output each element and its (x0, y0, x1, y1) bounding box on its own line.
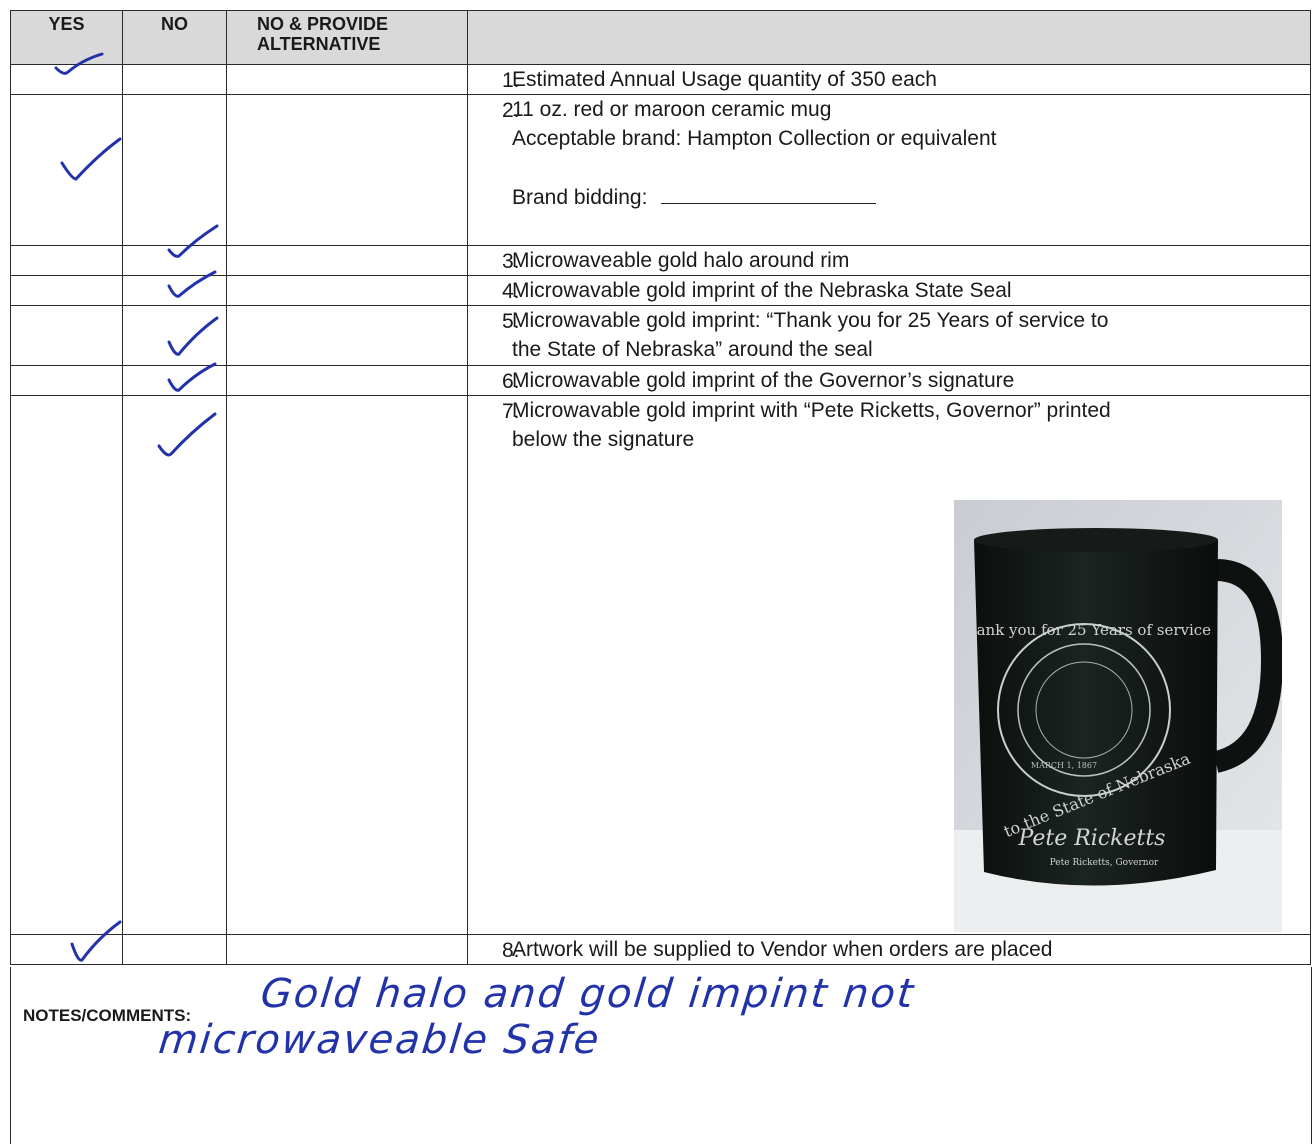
item-number: 8. (502, 939, 520, 962)
mug-photo: Thank you for 25 Years of service to the… (954, 500, 1282, 932)
item-number: 1. (502, 69, 520, 92)
table-row: 8. Artwork will be supplied to Vendor wh… (10, 934, 1311, 965)
header-alternative-line2: ALTERNATIVE (257, 34, 381, 54)
seal-date: MARCH 1, 1867 (1031, 761, 1097, 770)
brand-bidding-label: Brand bidding: (512, 186, 648, 209)
alternative-cell[interactable] (226, 365, 468, 396)
notes-handwritten-line2: microwaveable Safe (156, 1017, 603, 1063)
item-text: Microwavable gold imprint with “Pete Ric… (512, 399, 1111, 422)
item-number: 3. (502, 250, 520, 273)
alternative-cell[interactable] (226, 305, 468, 366)
alternative-cell[interactable] (226, 934, 468, 965)
notes-handwritten-line1: Gold halo and gold impint not (258, 971, 918, 1017)
checkmark-icon (167, 316, 219, 356)
item-number: 6. (502, 370, 520, 393)
item-8: 8. Artwork will be supplied to Vendor wh… (467, 934, 1311, 965)
checkmark-icon (167, 362, 217, 392)
no-cell[interactable] (122, 934, 227, 965)
item-6: 6. Microwavable gold imprint of the Gove… (467, 365, 1311, 396)
yes-cell[interactable] (10, 305, 123, 366)
bid-spec-page: YES NO NO & PROVIDE ALTERNATIVE 1. Estim… (0, 0, 1312, 1144)
yes-cell[interactable] (10, 365, 123, 396)
item-3: 3. Microwaveable gold halo around rim (467, 245, 1311, 276)
mug-caption: Pete Ricketts, Governor (1050, 858, 1159, 868)
header-alternative-line1: NO & PROVIDE (257, 14, 389, 34)
item-2: 2. 11 oz. red or maroon ceramic mug Acce… (467, 94, 1311, 246)
alternative-cell[interactable] (226, 245, 468, 276)
header-description (467, 10, 1311, 65)
item-4: 4. Microwavable gold imprint of the Nebr… (467, 275, 1311, 306)
item-number: 4. (502, 280, 520, 303)
no-cell[interactable] (122, 64, 227, 95)
yes-cell[interactable] (10, 275, 123, 306)
item-text: Microwavable gold imprint: “Thank you fo… (512, 309, 1109, 332)
item-text-line2: Acceptable brand: Hampton Collection or … (512, 127, 997, 150)
header-row: YES NO NO & PROVIDE ALTERNATIVE (10, 10, 1311, 65)
yes-cell[interactable] (10, 395, 123, 935)
item-text: Microwavable gold imprint of the Governo… (512, 369, 1015, 392)
alternative-cell[interactable] (226, 395, 468, 935)
item-number: 7. (502, 400, 520, 423)
item-text-line2: below the signature (512, 428, 695, 451)
table-row: 1. Estimated Annual Usage quantity of 35… (10, 64, 1311, 95)
no-cell[interactable] (122, 395, 227, 935)
mug-signature: Pete Ricketts (1018, 826, 1166, 851)
item-number: 2. (502, 99, 520, 122)
checkmark-icon (157, 412, 217, 457)
checkmark-icon (167, 224, 219, 258)
header-no: NO (122, 10, 227, 65)
checkmark-icon (60, 137, 122, 181)
item-text-line2: the State of Nebraska” around the seal (512, 338, 873, 361)
header-alternative: NO & PROVIDE ALTERNATIVE (226, 10, 468, 65)
item-text: Artwork will be supplied to Vendor when … (512, 938, 1053, 961)
item-text: Microwaveable gold halo around rim (512, 249, 850, 272)
notes-section: NOTES/COMMENTS: Gold halo and gold impin… (10, 967, 1312, 1144)
item-text: Microwavable gold imprint of the Nebrask… (512, 279, 1012, 302)
alternative-cell[interactable] (226, 64, 468, 95)
item-text: Estimated Annual Usage quantity of 350 e… (512, 68, 937, 91)
brand-bidding-blank[interactable] (661, 185, 877, 204)
yes-cell[interactable] (10, 245, 123, 276)
alternative-cell[interactable] (226, 275, 468, 306)
item-5: 5. Microwavable gold imprint: “Thank you… (467, 305, 1311, 366)
mug-imprint-arc: Thank you for 25 Years of service (957, 621, 1211, 639)
alternative-cell[interactable] (226, 94, 468, 246)
checkmark-icon (167, 270, 217, 298)
brand-bidding-line: Brand bidding: (512, 183, 1310, 212)
item-text: 11 oz. red or maroon ceramic mug (512, 98, 832, 121)
checkmark-icon (54, 52, 104, 75)
item-1: 1. Estimated Annual Usage quantity of 35… (467, 64, 1311, 95)
checkmark-icon (70, 920, 122, 962)
item-number: 5. (502, 310, 520, 333)
